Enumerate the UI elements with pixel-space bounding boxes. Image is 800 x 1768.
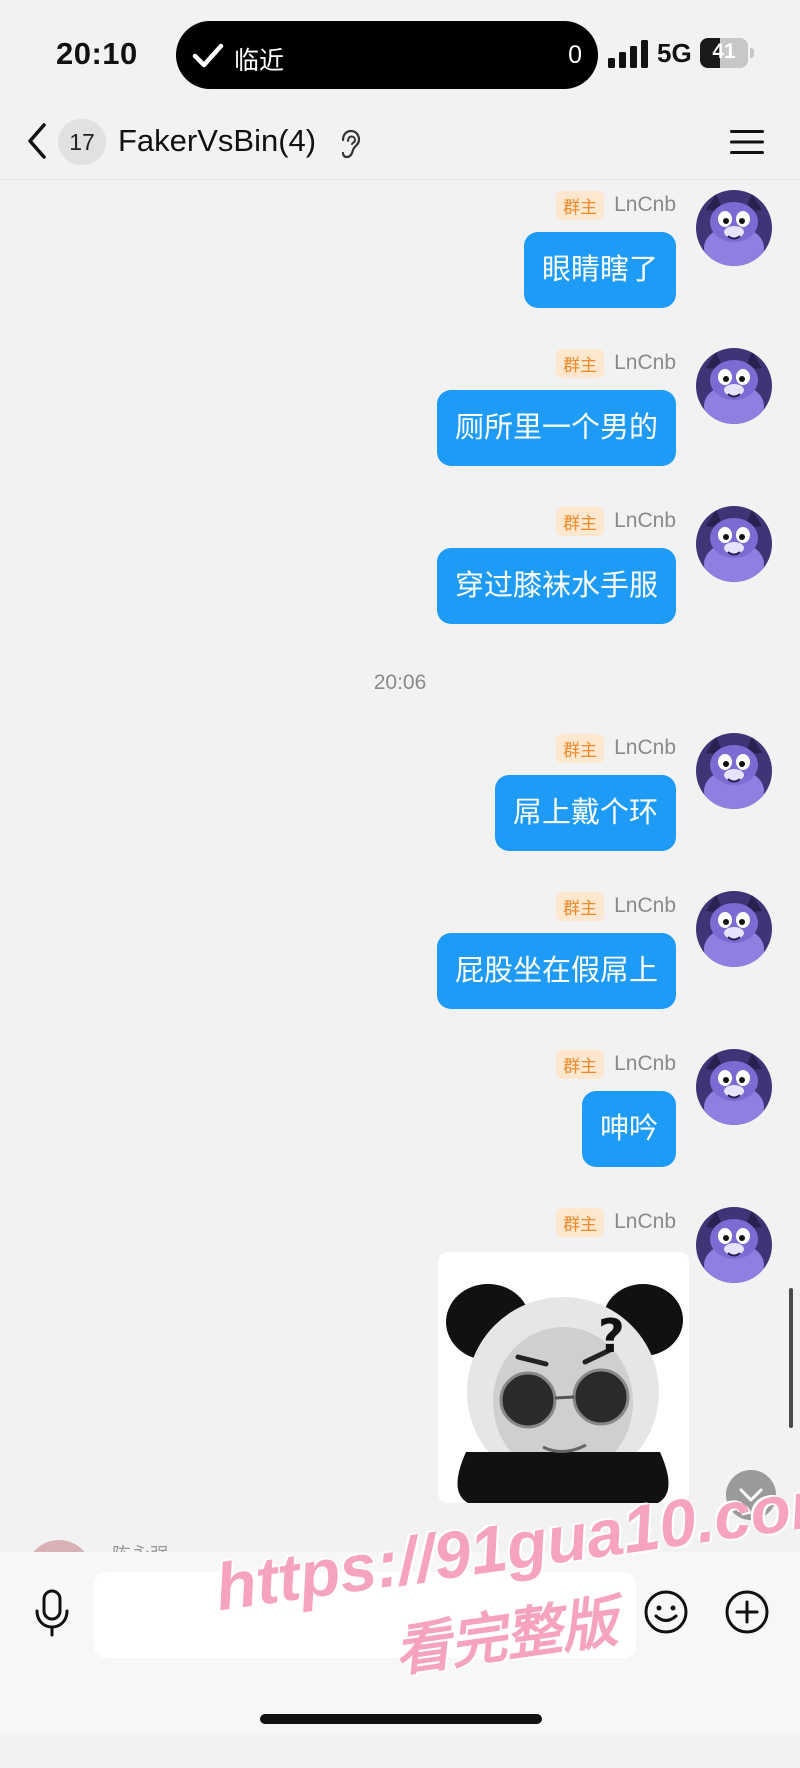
sender-name[interactable]: LnCnb: [614, 351, 676, 375]
unread-count-badge[interactable]: 17: [58, 119, 106, 165]
owner-badge: 群主: [556, 733, 605, 763]
owner-badge: 群主: [556, 1207, 605, 1237]
message-row: 群主 LnCnb: [0, 1207, 786, 1283]
message-row: 群主 LnCnb 眼睛瞎了: [0, 190, 786, 320]
message-meta: 群主 LnCnb: [556, 1207, 676, 1237]
avatar[interactable]: [696, 348, 772, 424]
microphone-icon[interactable]: [32, 1589, 72, 1637]
network-type: 5G: [657, 38, 692, 68]
battery-level: 41: [712, 40, 736, 63]
chat-header: 17 FakerVsBin(4): [0, 105, 800, 180]
sender-name[interactable]: LnCnb: [614, 1052, 676, 1076]
message-row: 群主 LnCnb 屌上戴个环: [0, 733, 786, 863]
message-meta: 群主 LnCnb: [556, 348, 676, 378]
dynamic-island[interactable]: 临近 0: [176, 21, 598, 89]
message-meta: 群主 LnCnb: [556, 891, 676, 921]
avatar[interactable]: [696, 1049, 772, 1125]
avatar[interactable]: [696, 506, 772, 582]
owner-badge: 群主: [556, 348, 605, 378]
message-meta: 群主 LnCnb: [556, 1049, 676, 1079]
chat-title: FakerVsBin(4): [118, 123, 317, 158]
sender-name[interactable]: LnCnb: [614, 1210, 676, 1234]
message-bubble[interactable]: 呻吟: [581, 1091, 676, 1167]
sender-name[interactable]: LnCnb: [614, 193, 676, 217]
message-meta: 群主 LnCnb: [556, 506, 676, 536]
back-chevron-icon[interactable]: [22, 121, 52, 161]
home-indicator[interactable]: [260, 1714, 542, 1724]
scroll-down-button[interactable]: [726, 1470, 776, 1520]
message-row: 群主 LnCnb 屁股坐在假屌上: [0, 891, 786, 1021]
ear-icon[interactable]: [338, 129, 362, 159]
input-bar: [0, 1552, 800, 1735]
message-bubble[interactable]: 屁股坐在假屌上: [436, 933, 676, 1009]
scrollbar[interactable]: [789, 1288, 793, 1428]
owner-badge: 群主: [556, 891, 605, 921]
checkmark-icon: [192, 43, 224, 68]
avatar[interactable]: [696, 190, 772, 266]
avatar[interactable]: [696, 1207, 772, 1283]
message-row: 群主 LnCnb 厕所里一个男的: [0, 348, 786, 478]
message-meta: 群主 LnCnb: [556, 733, 676, 763]
emoji-icon[interactable]: [643, 1589, 689, 1635]
owner-badge: 群主: [556, 190, 605, 220]
sender-name[interactable]: LnCnb: [614, 736, 676, 760]
avatar[interactable]: [696, 891, 772, 967]
panda-sunglasses-icon: ?: [438, 1252, 689, 1503]
owner-badge: 群主: [556, 506, 605, 536]
message-bubble[interactable]: 穿过膝袜水手服: [436, 548, 676, 624]
avatar[interactable]: [696, 733, 772, 809]
panda-sticker-image[interactable]: ?: [438, 1252, 689, 1503]
message-row: 群主 LnCnb 呻吟: [0, 1049, 786, 1179]
message-bubble[interactable]: 眼睛瞎了: [523, 232, 676, 308]
svg-text:?: ?: [598, 1309, 625, 1363]
owner-badge: 群主: [556, 1049, 605, 1079]
message-input[interactable]: [94, 1572, 636, 1658]
plus-icon[interactable]: [724, 1589, 770, 1635]
battery-icon: 41: [700, 38, 754, 68]
live-activity-count: 0: [568, 41, 582, 69]
sender-name[interactable]: LnCnb: [614, 894, 676, 918]
message-meta: 群主 LnCnb: [556, 190, 676, 220]
status-time: 20:10: [56, 36, 138, 71]
time-separator: 20:06: [373, 671, 427, 694]
live-activity-label: 临近: [234, 47, 285, 75]
sender-name[interactable]: LnCnb: [614, 509, 676, 533]
signal-icon: [608, 40, 648, 68]
message-bubble[interactable]: 屌上戴个环: [494, 775, 676, 851]
menu-icon[interactable]: [728, 127, 766, 157]
message-bubble[interactable]: 厕所里一个男的: [436, 390, 676, 466]
message-row: 群主 LnCnb 穿过膝袜水手服: [0, 506, 786, 636]
status-bar: 20:10 临近 0 5G 41: [0, 0, 800, 105]
